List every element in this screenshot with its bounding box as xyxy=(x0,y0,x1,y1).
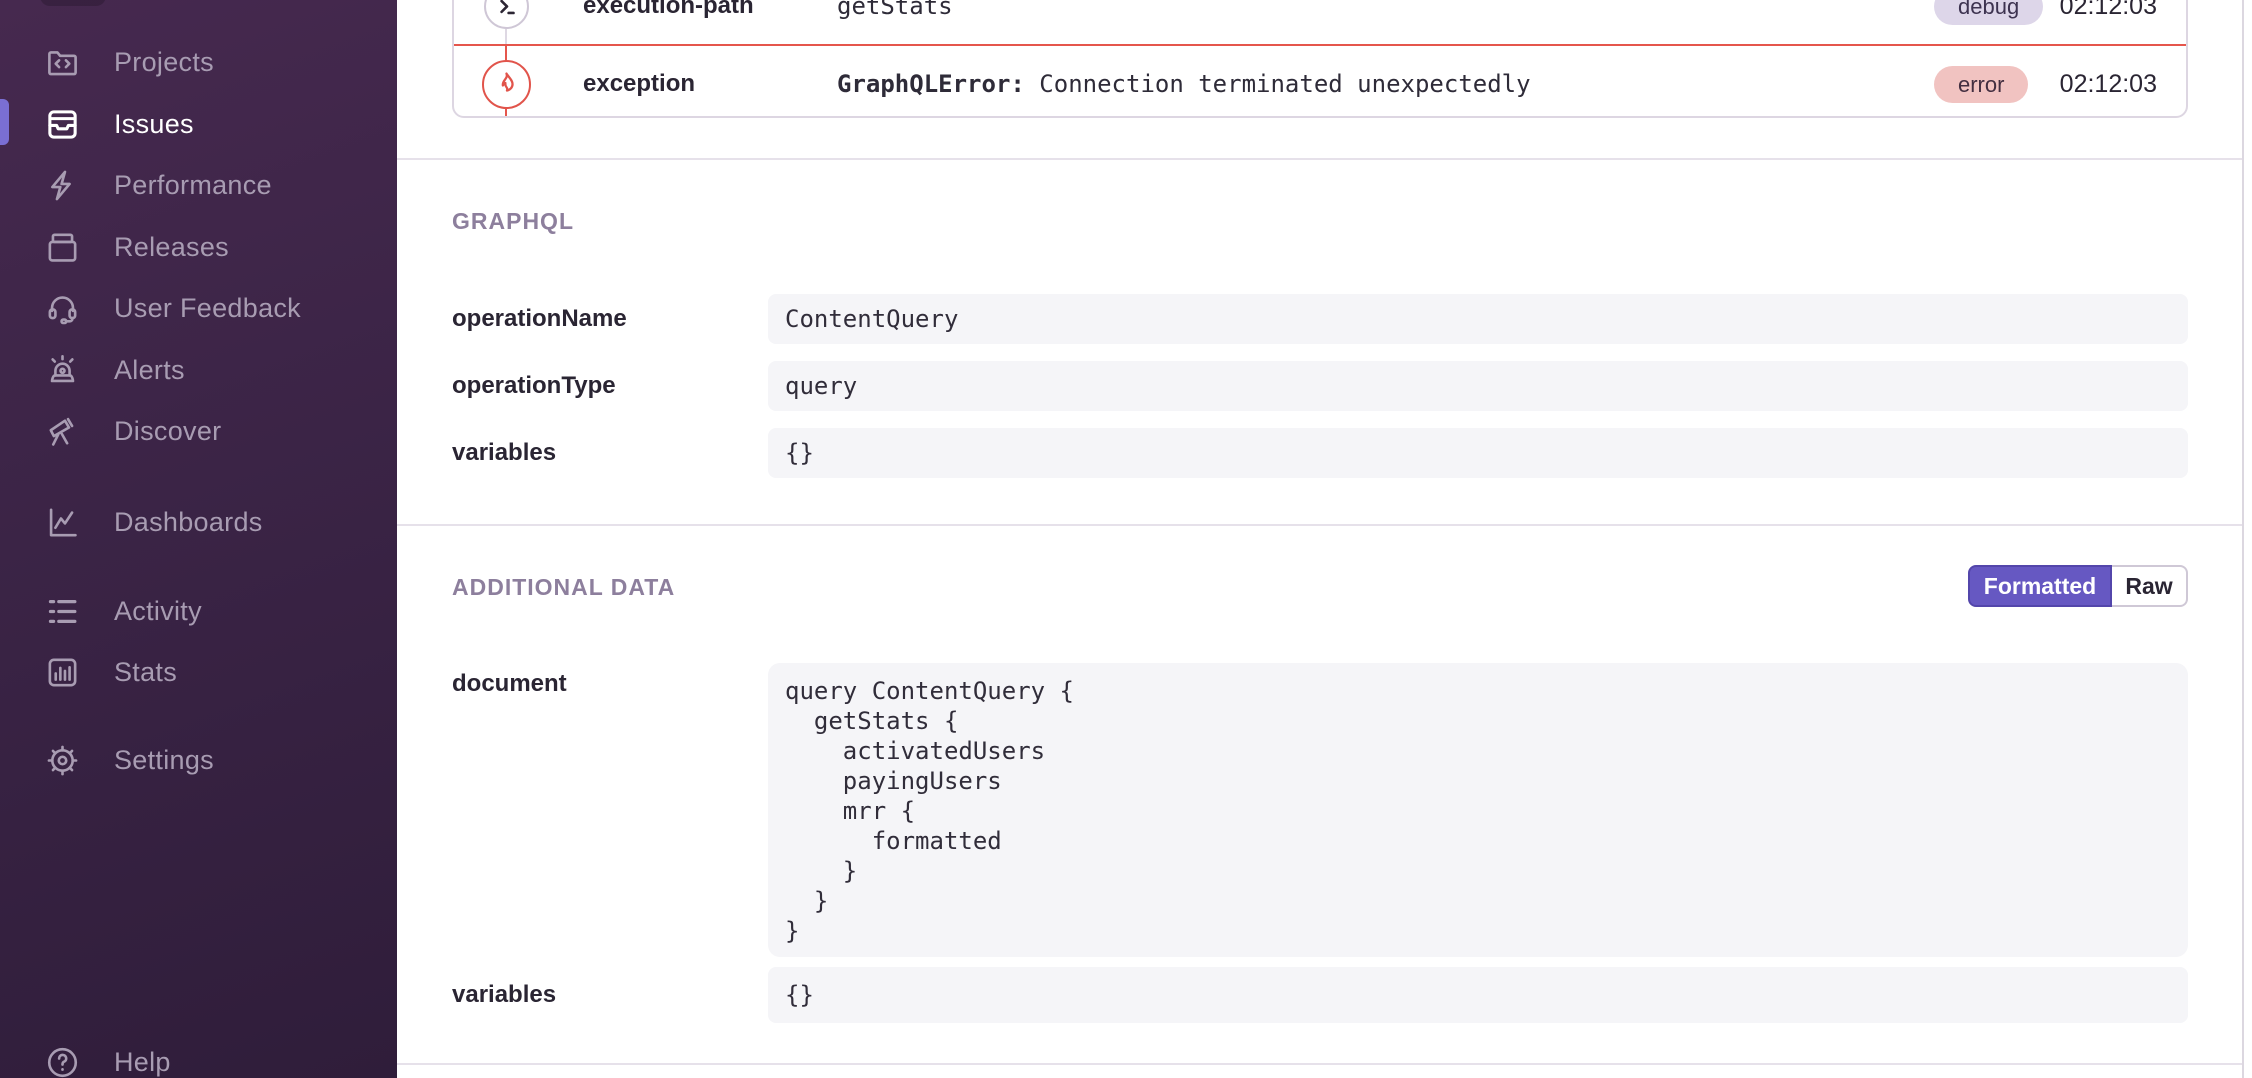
raw-button[interactable]: Raw xyxy=(2112,565,2188,607)
terminal-icon xyxy=(484,0,529,29)
sidebar-item-stats[interactable]: Stats xyxy=(0,646,397,698)
releases-icon xyxy=(42,227,82,267)
sidebar-item-help[interactable]: Help xyxy=(0,1036,397,1078)
app-window: Projects Issues Performance Releases Use xyxy=(0,0,2252,1078)
sidebar-item-discover[interactable]: Discover xyxy=(0,405,397,457)
sidebar-item-label: Discover xyxy=(114,416,221,447)
error-type: GraphQLError: xyxy=(837,70,1025,98)
section-divider xyxy=(397,524,2243,526)
sidebar-item-label: Releases xyxy=(114,232,229,263)
error-message: Connection terminated unexpectedly xyxy=(1025,70,1531,98)
org-avatar[interactable] xyxy=(40,0,106,6)
graphql-section-title: GRAPHQL xyxy=(452,208,574,235)
settings-icon xyxy=(42,740,82,780)
discover-icon xyxy=(42,411,82,451)
kv-key: variables xyxy=(452,428,556,478)
kv-key: document xyxy=(452,659,567,709)
sidebar-item-label: Alerts xyxy=(114,355,185,386)
section-divider xyxy=(397,1063,2243,1065)
kv-value: ContentQuery xyxy=(768,294,2188,344)
sidebar: Projects Issues Performance Releases Use xyxy=(0,0,397,1078)
sidebar-item-label: Dashboards xyxy=(114,507,263,538)
sidebar-item-user-feedback[interactable]: User Feedback xyxy=(0,282,397,334)
sidebar-item-label: User Feedback xyxy=(114,293,301,324)
stats-icon xyxy=(42,652,82,692)
breadcrumb-message: getStats xyxy=(837,0,953,20)
sidebar-item-projects[interactable]: Projects xyxy=(0,36,397,88)
kv-value: query xyxy=(768,361,2188,411)
formatted-button[interactable]: Formatted xyxy=(1968,565,2112,607)
sidebar-item-dashboards[interactable]: Dashboards xyxy=(0,496,397,548)
graphql-document: query ContentQuery { getStats { activate… xyxy=(785,676,2171,946)
sidebar-item-settings[interactable]: Settings xyxy=(0,734,397,786)
kv-key: operationType xyxy=(452,361,616,411)
sidebar-item-label: Stats xyxy=(114,657,177,688)
kv-value: {} xyxy=(768,428,2188,478)
flame-icon xyxy=(482,60,531,109)
breadcrumb-timestamp: 02:12:03 xyxy=(2055,70,2157,99)
sidebar-item-label: Help xyxy=(114,1047,171,1078)
breadcrumb-timestamp: 02:12:03 xyxy=(2055,0,2157,21)
projects-icon xyxy=(42,42,82,82)
section-divider xyxy=(397,158,2243,160)
sidebar-item-label: Settings xyxy=(114,745,214,776)
sidebar-item-label: Performance xyxy=(114,170,272,201)
kv-value: {} xyxy=(768,967,2188,1023)
sidebar-item-label: Issues xyxy=(114,109,194,140)
breadcrumb-message: GraphQLError: Connection terminated unex… xyxy=(837,70,1531,98)
additional-data-section-title: ADDITIONAL DATA xyxy=(452,574,675,601)
breadcrumb-timeline-segment xyxy=(505,28,507,44)
performance-icon xyxy=(42,165,82,205)
main-content: execution-path getStats debug 02:12:03 e… xyxy=(397,0,2252,1078)
breadcrumb-category: execution-path xyxy=(583,0,754,20)
dashboards-icon xyxy=(42,502,82,542)
scroll-area-edge xyxy=(2242,0,2244,1078)
breadcrumbs-card: execution-path getStats debug 02:12:03 e… xyxy=(452,0,2188,118)
issues-icon xyxy=(42,104,82,144)
sidebar-item-releases[interactable]: Releases xyxy=(0,221,397,273)
activity-icon xyxy=(42,591,82,631)
level-badge-debug: debug xyxy=(1934,0,2043,25)
level-badge-error: error xyxy=(1934,66,2028,103)
user-feedback-icon xyxy=(42,288,82,328)
sidebar-item-performance[interactable]: Performance xyxy=(0,159,397,211)
alerts-icon xyxy=(42,350,82,390)
help-icon xyxy=(42,1042,82,1078)
error-separator-line xyxy=(454,44,2186,46)
format-toggle: Formatted Raw xyxy=(1968,565,2188,607)
sidebar-item-issues[interactable]: Issues xyxy=(0,98,397,150)
document-code-block: query ContentQuery { getStats { activate… xyxy=(768,663,2188,957)
kv-key: variables xyxy=(452,970,556,1020)
kv-key: operationName xyxy=(452,294,627,344)
sidebar-item-label: Activity xyxy=(114,596,202,627)
sidebar-item-alerts[interactable]: Alerts xyxy=(0,344,397,396)
breadcrumb-category: exception xyxy=(583,70,695,98)
sidebar-item-label: Projects xyxy=(114,47,214,78)
sidebar-item-activity[interactable]: Activity xyxy=(0,585,397,637)
